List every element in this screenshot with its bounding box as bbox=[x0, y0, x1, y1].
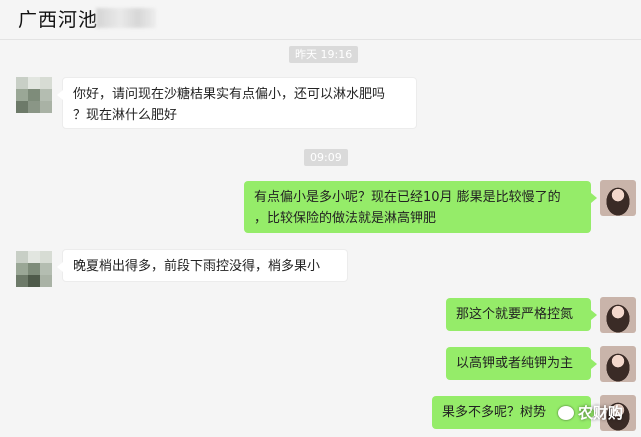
chat-title: 广西河池 bbox=[18, 9, 99, 31]
contact-avatar[interactable] bbox=[16, 251, 52, 287]
chat-header: 广西河池 bbox=[0, 0, 641, 40]
timestamp: 09:09 bbox=[304, 149, 348, 166]
message-bubble-outgoing[interactable]: 有点偏小是多小呢？现在已经10月 膨果是比较慢了的 ，比较保险的做法就是淋高钾肥 bbox=[244, 181, 597, 233]
contact-avatar[interactable] bbox=[16, 77, 52, 113]
message-bubble-incoming[interactable]: 晚夏梢出得多，前段下雨控没得，梢多果小 bbox=[57, 249, 348, 282]
watermark: 农财购 bbox=[557, 402, 623, 423]
user-avatar[interactable] bbox=[600, 180, 636, 216]
user-avatar[interactable] bbox=[600, 297, 636, 333]
watermark-text: 农财购 bbox=[577, 404, 623, 422]
message-bubble-outgoing[interactable]: 以高钾或者纯钾为主 bbox=[446, 347, 597, 380]
timestamp: 昨天 19:16 bbox=[289, 46, 359, 63]
user-avatar[interactable] bbox=[600, 346, 636, 382]
message-bubble-outgoing[interactable]: 那这个就要严格控氮 bbox=[446, 298, 597, 331]
message-bubble-incoming[interactable]: 你好，请问现在沙糖桔果实有点偏小，还可以淋水肥吗 ？现在淋什么肥好 bbox=[57, 77, 417, 129]
blurred-contact-name bbox=[96, 8, 156, 28]
wechat-icon bbox=[557, 405, 574, 420]
